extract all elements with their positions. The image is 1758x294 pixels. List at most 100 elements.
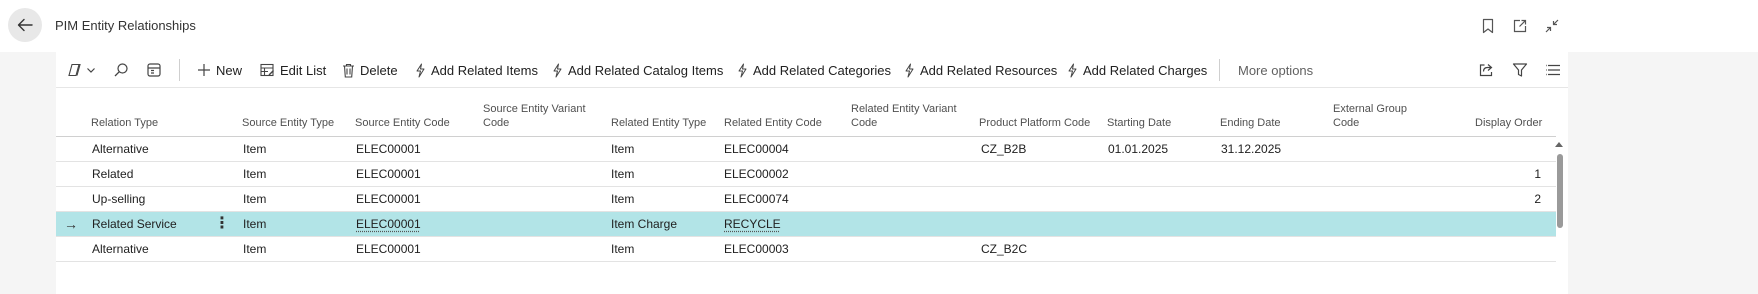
source-entity-type-cell[interactable]: Item xyxy=(243,137,266,162)
chevron-down-icon xyxy=(87,68,95,73)
related-entity-code-cell[interactable]: ELEC00074 xyxy=(724,187,789,212)
bookmark-button[interactable] xyxy=(1478,16,1498,36)
new-button-label: New xyxy=(216,62,243,78)
lightning-icon xyxy=(738,63,747,77)
table-row[interactable]: Alternative Item ELEC00001 Item ELEC0000… xyxy=(56,237,1556,262)
column-header-line: Source Entity Variant xyxy=(483,103,586,115)
source-entity-code-link[interactable]: ELEC00001 xyxy=(356,212,421,237)
add-related-items-button[interactable]: Add Related Items xyxy=(415,52,538,88)
column-header-relation-type[interactable]: Relation Type xyxy=(91,116,158,130)
display-order-cell[interactable]: 2 xyxy=(1501,187,1541,212)
column-header-related-entity-variant-code[interactable]: Related Entity Variant Code xyxy=(851,102,957,130)
plus-icon xyxy=(198,64,210,76)
vertical-scrollbar[interactable] xyxy=(1554,138,1566,262)
display-order-cell[interactable] xyxy=(1501,137,1541,162)
collapse-icon xyxy=(1545,19,1559,33)
display-order-cell[interactable] xyxy=(1501,212,1541,237)
views-button[interactable] xyxy=(66,52,96,88)
add-related-categories-button[interactable]: Add Related Categories xyxy=(737,52,891,88)
product-platform-code-cell[interactable]: CZ_B2C xyxy=(981,237,1027,262)
product-platform-code-cell[interactable]: CZ_B2B xyxy=(981,137,1026,162)
related-entity-type-cell[interactable]: Item xyxy=(611,162,634,187)
filter-button[interactable] xyxy=(1512,52,1528,88)
relation-type-cell[interactable]: Alternative xyxy=(92,137,149,162)
starting-date-cell[interactable]: 01.01.2025 xyxy=(1108,137,1168,162)
source-entity-code-cell[interactable]: ELEC00001 xyxy=(356,187,421,212)
bookmark-icon xyxy=(1482,18,1494,34)
related-entity-code-cell[interactable]: ELEC00002 xyxy=(724,162,789,187)
edit-list-button[interactable]: Edit List xyxy=(260,52,326,88)
scrollbar-thumb[interactable] xyxy=(1557,154,1563,228)
relation-type-cell[interactable]: Related xyxy=(92,162,133,187)
toolbar-divider xyxy=(1219,59,1220,81)
column-header-source-entity-code[interactable]: Source Entity Code xyxy=(355,116,450,130)
table-row[interactable]: Related Item ELEC00001 Item ELEC00002 1 xyxy=(56,162,1556,187)
source-entity-type-cell[interactable]: Item xyxy=(243,162,266,187)
source-entity-type-cell[interactable]: Item xyxy=(243,212,266,237)
source-entity-code-cell[interactable]: ELEC00001 xyxy=(356,137,421,162)
source-entity-code-cell[interactable]: ELEC00001 xyxy=(356,162,421,187)
new-button[interactable]: New xyxy=(197,52,242,88)
related-entity-type-cell[interactable]: Item xyxy=(611,187,634,212)
related-entity-type-cell[interactable]: Item Charge xyxy=(611,212,677,237)
table-row[interactable]: Up-selling Item ELEC00001 Item ELEC00074… xyxy=(56,187,1556,212)
action-bar: New Edit List Delete Add Related Items A… xyxy=(56,52,1568,88)
table-row[interactable]: Alternative Item ELEC00001 Item ELEC0000… xyxy=(56,137,1556,162)
column-header-starting-date[interactable]: Starting Date xyxy=(1107,116,1171,130)
column-header-source-entity-type[interactable]: Source Entity Type xyxy=(242,116,334,130)
add-related-catalog-items-button[interactable]: Add Related Catalog Items xyxy=(552,52,723,88)
edit-list-icon xyxy=(260,63,274,77)
open-in-new-window-button[interactable] xyxy=(1510,16,1530,36)
column-header-display-order[interactable]: Display Order xyxy=(1475,116,1542,130)
scroll-up-arrow-icon[interactable] xyxy=(1555,142,1563,147)
back-arrow-icon xyxy=(17,18,33,32)
filter-icon xyxy=(1512,63,1528,77)
column-header-related-entity-code[interactable]: Related Entity Code xyxy=(724,116,822,130)
relation-type-cell[interactable]: Alternative xyxy=(92,237,149,262)
row-menu-icon[interactable]: ⋮ xyxy=(214,212,230,237)
column-header-external-group-code[interactable]: External Group Code xyxy=(1333,102,1407,130)
row-selected-arrow-icon: → xyxy=(64,216,78,232)
add-related-items-label: Add Related Items xyxy=(431,62,538,78)
related-entity-code-cell[interactable]: ELEC00004 xyxy=(724,137,789,162)
column-header-related-entity-type[interactable]: Related Entity Type xyxy=(611,116,706,130)
page-header: PIM Entity Relationships xyxy=(0,0,1758,52)
column-header-line: External Group xyxy=(1333,103,1407,115)
related-entity-code-cell[interactable]: ELEC00003 xyxy=(724,237,789,262)
delete-button-label: Delete xyxy=(360,62,398,78)
display-order-cell[interactable]: 1 xyxy=(1501,162,1541,187)
column-header-line: Code xyxy=(483,117,510,129)
ending-date-cell[interactable]: 31.12.2025 xyxy=(1221,137,1281,162)
page: PIM Entity Relationships New Edit List D… xyxy=(0,0,1758,294)
lightning-icon xyxy=(553,63,562,77)
relation-type-cell[interactable]: Up-selling xyxy=(92,187,145,212)
trash-icon xyxy=(343,63,354,78)
related-entity-code-link[interactable]: RECYCLE xyxy=(724,212,781,237)
related-entity-type-cell[interactable]: Item xyxy=(611,237,634,262)
layout-button[interactable] xyxy=(146,52,162,88)
views-icon xyxy=(68,63,81,77)
more-options-button[interactable]: More options xyxy=(1238,52,1313,88)
add-related-charges-label: Add Related Charges xyxy=(1083,62,1208,78)
delete-button[interactable]: Delete xyxy=(342,52,398,88)
column-header-ending-date[interactable]: Ending Date xyxy=(1220,116,1281,130)
search-button[interactable] xyxy=(113,52,129,88)
source-entity-code-cell[interactable]: ELEC00001 xyxy=(356,237,421,262)
add-related-resources-button[interactable]: Add Related Resources xyxy=(904,52,1057,88)
add-related-resources-label: Add Related Resources xyxy=(920,62,1058,78)
share-button[interactable] xyxy=(1478,52,1494,88)
column-header-product-platform-code[interactable]: Product Platform Code xyxy=(979,116,1090,130)
display-order-cell[interactable] xyxy=(1501,237,1541,262)
lightning-icon xyxy=(416,63,425,77)
list-view-button[interactable] xyxy=(1545,52,1561,88)
column-header-source-entity-variant-code[interactable]: Source Entity Variant Code xyxy=(483,102,586,130)
source-entity-type-cell[interactable]: Item xyxy=(243,187,266,212)
back-button[interactable] xyxy=(8,8,42,42)
collapse-button[interactable] xyxy=(1542,16,1562,36)
table-row-selected[interactable]: → Related Service ⋮ Item ELEC00001 Item … xyxy=(56,212,1556,237)
source-entity-type-cell[interactable]: Item xyxy=(243,237,266,262)
add-related-charges-button[interactable]: Add Related Charges xyxy=(1067,52,1207,88)
related-entity-type-cell[interactable]: Item xyxy=(611,137,634,162)
relation-type-cell[interactable]: Related Service xyxy=(92,212,177,237)
open-in-new-window-icon xyxy=(1513,19,1527,33)
